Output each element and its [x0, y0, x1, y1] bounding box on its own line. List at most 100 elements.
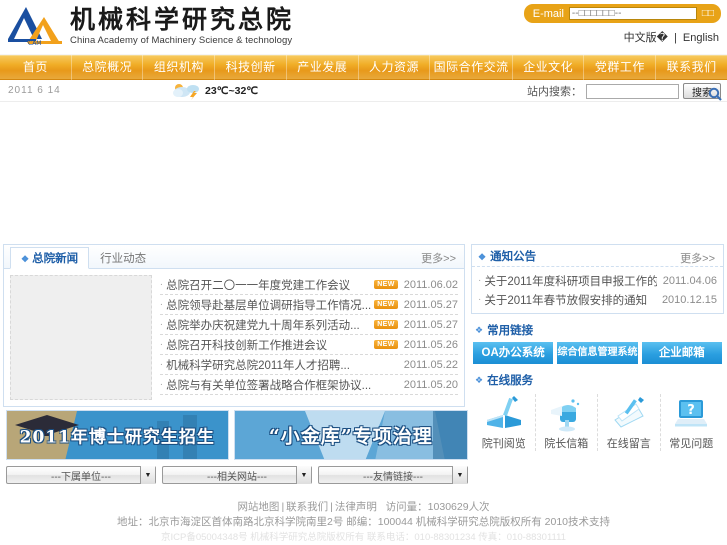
site-header: CAM 机械科学研究总院 China Academy of Machinery …	[0, 0, 727, 55]
footer-address: 地址：北京市海淀区首体南路北京科学院南里2号	[116, 516, 344, 528]
select-related-sites-value: ---相关网站---	[207, 471, 267, 483]
service-president-mailbox[interactable]: 院长信箱	[536, 394, 598, 451]
banner-special-governance[interactable]: “小金库”专项治理	[233, 410, 468, 460]
paper-pen-icon	[613, 397, 644, 428]
news-item-title[interactable]: 机械科学研究总院2011年人才招聘...	[166, 357, 398, 373]
site-logo[interactable]: CAM 机械科学研究总院 China Academy of Machinery …	[8, 5, 294, 47]
select-subsidiary-units-value: ---下属单位---	[51, 471, 111, 483]
news-tabs: ❖ 总院新闻 行业动态 更多>>	[4, 245, 464, 269]
service-online-message[interactable]: 在线留言	[598, 394, 661, 451]
chevron-down-icon[interactable]: ▼	[296, 466, 311, 484]
footer-sitemap-link[interactable]: 网站地图	[237, 501, 279, 513]
bullet-icon: ·	[159, 339, 164, 350]
select-related-sites[interactable]: ---相关网站--- ▼	[162, 466, 312, 484]
nav-item-home[interactable]: 首页	[0, 55, 72, 80]
news-item[interactable]: · 总院召开科技创新工作推进会议 NEW 2011.05.26	[159, 335, 458, 355]
service-faq[interactable]: ? 常见问题	[661, 394, 723, 451]
site-footer: 网站地图 | 联系我们 | 法律声明 访问量：1030629人次 地址：北京市海淀区首体…	[0, 494, 727, 545]
search-input[interactable]	[586, 83, 679, 99]
site-search: 站内搜索： 搜索	[527, 83, 722, 101]
notice-more-link[interactable]: 更多>>	[680, 250, 715, 266]
notice-item-title[interactable]: 关于2011年度科研项目申报工作的通知...	[484, 273, 656, 289]
new-badge: NEW	[374, 300, 398, 309]
news-panel-body: · 总院召开二〇一一年度党建工作会议 NEW 2011.06.02 · 总院领导…	[4, 269, 464, 406]
services-list: 院刊阅览 院长信箱 在线留言 ? 常见问题	[471, 390, 724, 451]
footer-zip-label: 邮编：	[346, 516, 378, 528]
quicklink-enterprise-mail[interactable]: 企业邮箱	[641, 342, 722, 364]
news-item-date: 2011.05.20	[403, 378, 458, 391]
notice-list: · 关于2011年度科研项目申报工作的通知... 2011.04.06 · 关于…	[472, 267, 723, 313]
magnifier-icon	[708, 87, 722, 101]
nav-item-hr[interactable]: 人力资源	[359, 55, 431, 80]
news-image-placeholder[interactable]	[10, 275, 152, 400]
lang-chinese-link[interactable]: 中文版�	[624, 32, 668, 44]
nav-item-innovation[interactable]: 科技创新	[215, 55, 287, 80]
search-button[interactable]: 搜索	[683, 83, 722, 101]
select-subsidiary-units[interactable]: ---下属单位--- ▼	[6, 466, 156, 484]
notice-item-title[interactable]: 关于2011年春节放假安排的通知	[484, 292, 656, 308]
news-item[interactable]: · 总院举办庆祝建党九十周年系列活动... NEW 2011.05.27	[159, 315, 458, 335]
cloud-sun-lightning-icon	[173, 84, 199, 100]
footer-line-2: 地址：北京市海淀区首体南路北京科学院南里2号 邮编：100044 机械科学研究总…	[0, 515, 727, 530]
services-panel-title: 在线服务	[487, 375, 534, 387]
news-item[interactable]: · 总院领导赴基层单位调研指导工作情况... NEW 2011.05.27	[159, 295, 458, 315]
main-navigation: 首页 总院概况 组织机构 科技创新 产业发展 人力资源 国际合作交流 企业文化 …	[0, 55, 727, 80]
svg-text:CAM: CAM	[28, 40, 41, 47]
banner-doctoral-admissions[interactable]: 2011年博士研究生招生	[6, 410, 229, 460]
email-input[interactable]	[568, 7, 697, 20]
tab-industry-news[interactable]: 行业动态	[89, 247, 157, 269]
main-content: ❖ 总院新闻 行业动态 更多>> · 总院召开二〇一一年度党建工作会议 NEW 2…	[0, 244, 727, 494]
flash-banner-area[interactable]	[0, 102, 727, 244]
casm-logo-icon: CAM	[8, 7, 62, 47]
footer-legal-link[interactable]: 法律声明	[335, 501, 377, 513]
nav-item-international[interactable]: 国际合作交流	[430, 55, 513, 80]
email-label: E-mail	[532, 7, 564, 20]
diamond-icon: ❖	[475, 324, 484, 335]
news-panel: ❖ 总院新闻 行业动态 更多>> · 总院召开二〇一一年度党建工作会议 NEW 2…	[3, 244, 465, 407]
footer-visits-unit: 人次	[468, 501, 490, 513]
news-item-date: 2011.05.26	[403, 338, 458, 351]
footer-year: 2010	[544, 516, 568, 528]
service-journal[interactable]: 院刊阅览	[473, 394, 536, 451]
news-item[interactable]: · 机械科学研究总院2011年人才招聘... 2011.05.22	[159, 355, 458, 375]
chevron-down-icon[interactable]: ▼	[140, 466, 155, 484]
quicklink-oa-system[interactable]: OA办公系统	[473, 342, 554, 364]
news-item-title[interactable]: 总院召开二〇一一年度党建工作会议	[166, 277, 371, 293]
quicklink-info-management-system[interactable]: 综合信息管理系统	[557, 342, 638, 364]
service-faq-label: 常见问题	[669, 438, 714, 450]
footer-contact-link[interactable]: 联系我们	[286, 501, 328, 513]
weather-widget: 23℃~32℃	[172, 82, 258, 100]
bullet-icon: ·	[159, 319, 164, 330]
nav-item-industry[interactable]: 产业发展	[287, 55, 359, 80]
nav-item-about[interactable]: 总院概况	[72, 55, 144, 80]
diamond-icon: ❖	[478, 251, 487, 262]
notice-item[interactable]: · 关于2011年度科研项目申报工作的通知... 2011.04.06	[478, 271, 717, 290]
nav-item-party-work[interactable]: 党群工作	[584, 55, 657, 80]
email-go-button[interactable]: □□	[702, 8, 714, 19]
footer-zip-code: 100044	[377, 516, 413, 528]
select-friendly-links[interactable]: ---友情链接--- ▼	[318, 466, 468, 484]
lang-english-link[interactable]: English	[683, 32, 719, 44]
nav-item-culture[interactable]: 企业文化	[513, 55, 585, 80]
nav-item-contact[interactable]: 联系我们	[656, 55, 727, 80]
news-more-link[interactable]: 更多>>	[421, 250, 456, 266]
news-item-title[interactable]: 总院举办庆祝建党九十周年系列活动...	[166, 317, 371, 333]
tab-academy-news[interactable]: ❖ 总院新闻	[10, 247, 90, 269]
nav-item-organization[interactable]: 组织机构	[143, 55, 216, 80]
bullet-icon: ·	[159, 379, 164, 390]
temperature-range: 23℃~32℃	[205, 85, 259, 97]
service-president-mailbox-label: 院长信箱	[544, 438, 589, 450]
notice-panel-header: ❖ 通知公告 更多>>	[472, 245, 723, 267]
left-column: ❖ 总院新闻 行业动态 更多>> · 总院召开二〇一一年度党建工作会议 NEW 2…	[3, 244, 468, 494]
news-item-title[interactable]: 总院召开科技创新工作推进会议	[166, 337, 371, 353]
footer-line-3: 京ICP备05004348号 机械科学研究总院版权所有 联系电话：010-883…	[161, 532, 566, 543]
news-item-title[interactable]: 总院领导赴基层单位调研指导工作情况...	[166, 297, 371, 313]
news-item-title[interactable]: 总院与有关单位签署战略合作框架协议...	[166, 377, 398, 393]
chevron-down-icon[interactable]: ▼	[452, 466, 467, 484]
banner-special-governance-text: “小金库”专项治理	[268, 425, 433, 448]
news-item[interactable]: · 总院召开二〇一一年度党建工作会议 NEW 2011.06.02	[159, 275, 458, 295]
footer-copyright: 机械科学研究总院版权所有	[415, 516, 542, 528]
news-item[interactable]: · 总院与有关单位签署战略合作框架协议... 2011.05.20	[159, 375, 458, 395]
new-badge: NEW	[374, 280, 398, 289]
notice-item[interactable]: · 关于2011年春节放假安排的通知 2010.12.15	[478, 290, 717, 309]
